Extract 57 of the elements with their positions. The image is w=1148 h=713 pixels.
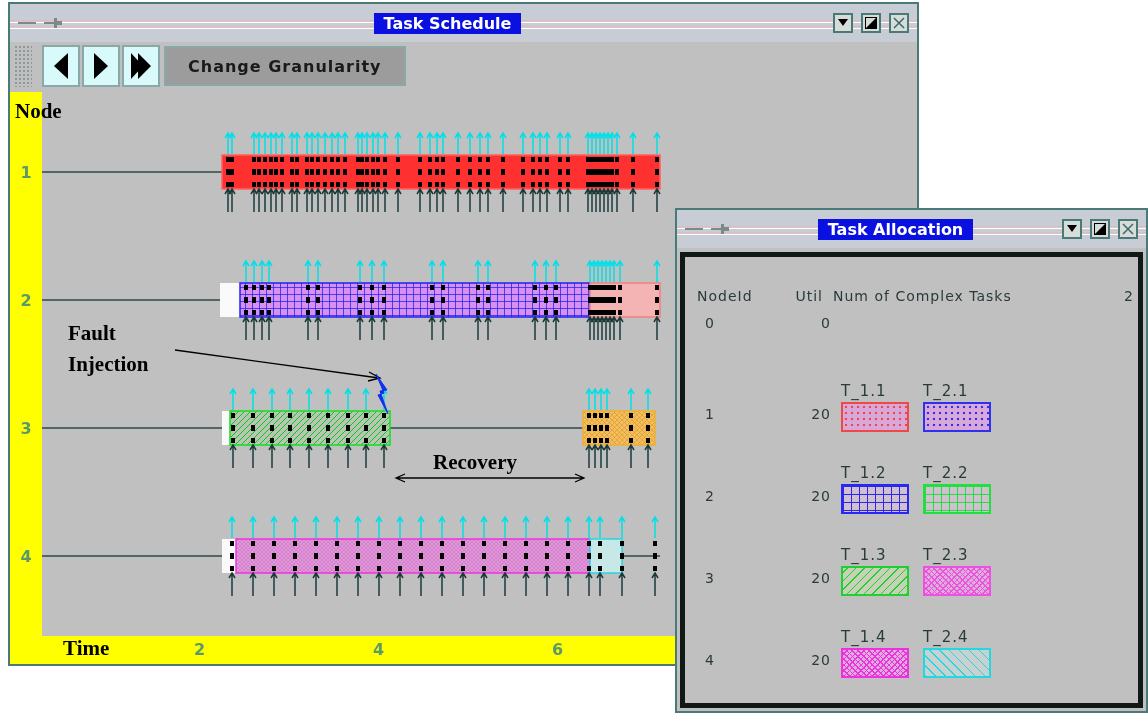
util-value: 20 xyxy=(810,570,831,586)
column-header: Num of Complex Tasks xyxy=(833,288,1012,304)
axis-title: Time xyxy=(63,636,110,661)
task-label: T_2.1 xyxy=(923,382,970,400)
task-label: T_1.2 xyxy=(841,464,888,482)
task-label: T_2.2 xyxy=(923,464,970,482)
change-granularity-button[interactable]: Change Granularity xyxy=(164,46,406,86)
node-id: 0 xyxy=(704,315,716,331)
toolbar-grip[interactable] xyxy=(14,45,32,87)
node-id: 2 xyxy=(704,488,716,504)
dropdown-button[interactable] xyxy=(833,13,853,33)
next-button[interactable] xyxy=(82,45,120,87)
close-icon xyxy=(893,17,905,29)
task-count: 2 xyxy=(1124,288,1134,304)
task-label: T_2.4 xyxy=(923,628,970,646)
previous-icon xyxy=(54,53,68,79)
window-title: Task Allocation xyxy=(817,218,974,240)
caret-icon xyxy=(1067,225,1077,233)
node-label: 4 xyxy=(19,545,33,568)
task-label: T_1.3 xyxy=(841,546,888,564)
node-id: 3 xyxy=(704,570,716,586)
close-button[interactable] xyxy=(1118,219,1138,239)
pin-icon[interactable] xyxy=(44,17,62,29)
close-icon xyxy=(1122,223,1134,235)
annotation-label: Recovery xyxy=(433,450,517,475)
maximize-icon xyxy=(1094,223,1106,235)
util-value: 20 xyxy=(810,652,831,668)
task-label: T_1.1 xyxy=(841,382,888,400)
fast-forward-icon xyxy=(131,53,151,79)
pin-icon[interactable] xyxy=(711,223,729,235)
previous-button[interactable] xyxy=(42,45,80,87)
annotation-label: Fault Injection xyxy=(68,320,150,378)
util-value: 20 xyxy=(810,488,831,504)
maximize-button[interactable] xyxy=(1090,219,1110,239)
maximize-button[interactable] xyxy=(861,13,881,33)
close-button[interactable] xyxy=(889,13,909,33)
node-label: 3 xyxy=(19,417,33,440)
fault-lightning-icon xyxy=(375,374,389,414)
caret-icon xyxy=(838,19,848,27)
util-value: 0 xyxy=(820,315,831,331)
maximize-icon xyxy=(865,17,877,29)
column-header: Util xyxy=(794,288,823,304)
next-icon xyxy=(94,53,108,79)
node-label: 2 xyxy=(19,289,33,312)
column-header: NodeId xyxy=(697,288,754,304)
tick-label: 6 xyxy=(552,640,564,659)
util-value: 20 xyxy=(810,406,831,422)
fast-forward-button[interactable] xyxy=(122,45,160,87)
node-label: 1 xyxy=(19,161,33,184)
node-id: 1 xyxy=(704,406,716,422)
node-id: 4 xyxy=(704,652,716,668)
window-title: Task Schedule xyxy=(373,12,522,34)
dropdown-button[interactable] xyxy=(1062,219,1082,239)
tick-label: 4 xyxy=(373,640,385,659)
tick-label: 2 xyxy=(194,640,206,659)
task-label: T_1.4 xyxy=(841,628,888,646)
task-label: T_2.3 xyxy=(923,546,970,564)
